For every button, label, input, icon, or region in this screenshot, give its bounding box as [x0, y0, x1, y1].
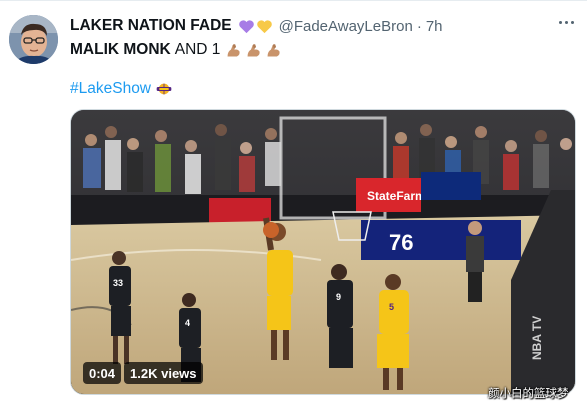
jersey-number-5: 5	[389, 302, 394, 312]
timestamp[interactable]: 7h	[426, 18, 443, 35]
separator-dot: ·	[416, 17, 422, 35]
lakers-logo-icon	[156, 83, 172, 95]
tweet-text-bold: MALIK MONK	[70, 41, 171, 58]
sponsor-sign-text: StateFarm	[367, 189, 426, 203]
hashtag-line: #LakeShow	[70, 78, 172, 100]
video-frame: StateFarm 76 NBA TV 33 4 9 5	[71, 110, 575, 394]
avatar[interactable]	[9, 15, 58, 64]
jersey-number-4: 4	[185, 318, 190, 328]
hashtag-link[interactable]: #LakeShow	[70, 80, 151, 98]
video-duration: 0:04	[83, 362, 122, 384]
flexed-biceps-icon	[267, 43, 281, 56]
scoreboard-number: 76	[389, 230, 413, 255]
video-views: 1.2K views	[124, 362, 203, 384]
avatar-image	[9, 15, 58, 64]
user-handle[interactable]: @FadeAwayLeBron	[279, 18, 413, 35]
yellow-heart-icon	[256, 19, 272, 33]
display-name[interactable]: LAKER NATION FADE	[70, 17, 232, 35]
tweet-header: LAKER NATION FADE @FadeAwayLeBron · 7h	[70, 14, 443, 38]
flexed-biceps-icon	[247, 43, 261, 56]
flexed-biceps-icon	[227, 43, 241, 56]
video-info: 0:04 1.2K views	[83, 362, 203, 384]
video-player[interactable]: StateFarm 76 NBA TV 33 4 9 5	[70, 109, 576, 395]
tweet-card[interactable]: LAKER NATION FADE @FadeAwayLeBron · 7h M…	[0, 0, 587, 407]
jersey-number-33: 33	[113, 278, 123, 288]
tweet-text-rest: AND 1	[174, 41, 221, 58]
side-banner-text: NBA TV	[530, 316, 544, 360]
tweet-text: MALIK MONK AND 1	[70, 39, 282, 61]
watermark-text: 颜小白的篮球梦	[488, 386, 569, 400]
purple-heart-icon	[238, 19, 254, 33]
more-options-icon[interactable]	[551, 11, 581, 33]
jersey-number-9: 9	[336, 292, 341, 302]
